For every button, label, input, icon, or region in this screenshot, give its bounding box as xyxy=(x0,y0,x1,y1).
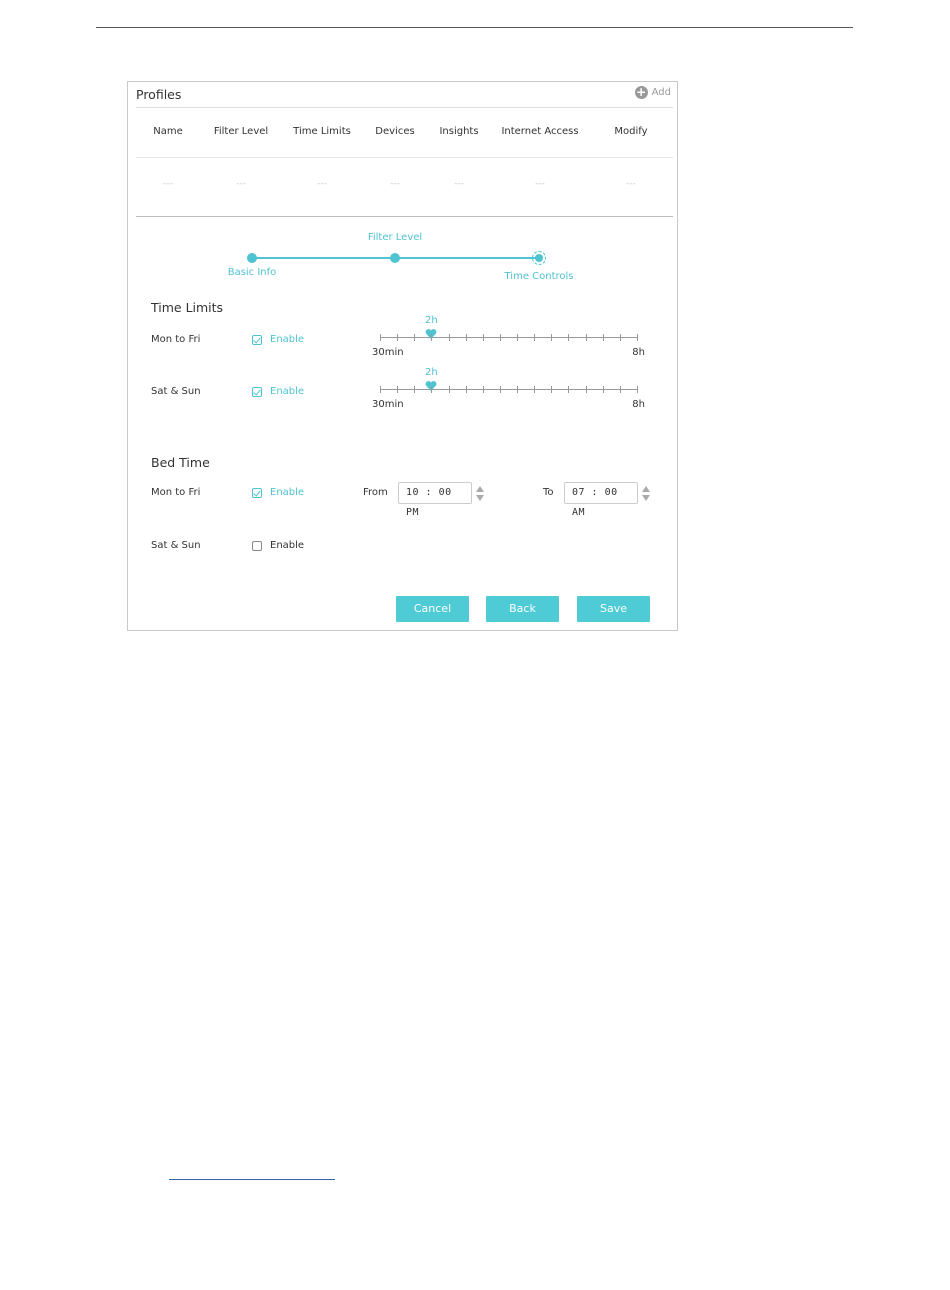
title-divider xyxy=(136,107,673,108)
slider-tick xyxy=(637,386,638,393)
slider-tick xyxy=(482,334,484,341)
add-label: Add xyxy=(651,87,671,98)
slider-track xyxy=(380,389,637,390)
time-limits-weekday-slider[interactable]: 2h 30min 8h xyxy=(372,315,645,365)
slider-tick xyxy=(380,386,381,393)
step-dot-basic-info[interactable] xyxy=(247,253,257,263)
bed-time-title: Bed Time xyxy=(151,455,210,470)
column-header-time-limits: Time Limits xyxy=(293,126,351,137)
slider-tick xyxy=(465,386,467,393)
save-button[interactable]: Save xyxy=(577,596,650,622)
time-limits-weekday-checkbox[interactable] xyxy=(252,335,262,345)
slider-tick xyxy=(380,334,381,341)
table-cell: --- xyxy=(535,179,545,189)
bed-time-weekday-checkbox[interactable] xyxy=(252,488,262,498)
step-dot-time-controls[interactable] xyxy=(532,251,546,265)
step-label-time-controls: Time Controls xyxy=(504,271,574,282)
bed-time-weekday-label: Mon to Fri xyxy=(151,487,201,498)
slider-tick xyxy=(397,334,399,341)
table-cell: --- xyxy=(163,179,173,189)
step-label-filter-level: Filter Level xyxy=(367,232,423,243)
slider-tick xyxy=(465,334,467,341)
column-header-name: Name xyxy=(153,126,183,137)
to-time-spinner[interactable] xyxy=(642,486,651,502)
slider-tick xyxy=(499,386,501,393)
slider-tick xyxy=(448,386,450,393)
slider-tick xyxy=(397,386,399,393)
time-limits-weekend-slider[interactable]: 2h 30min 8h xyxy=(372,367,645,417)
time-limits-weekday-label: Mon to Fri xyxy=(151,334,201,345)
slider-tick xyxy=(414,334,416,341)
time-limits-weekday-enable-label: Enable xyxy=(270,334,305,345)
slider-tick xyxy=(482,386,484,393)
slider-tick xyxy=(551,334,553,341)
back-button[interactable]: Back xyxy=(486,596,559,622)
column-header-filter-level: Filter Level xyxy=(213,126,269,137)
column-header-insights: Insights xyxy=(439,126,479,137)
slider-max-label: 8h xyxy=(632,347,645,358)
spin-up-icon[interactable] xyxy=(642,486,650,492)
time-limits-title: Time Limits xyxy=(151,300,224,315)
step-dot-filter-level[interactable] xyxy=(390,253,400,263)
slider-tick xyxy=(534,334,536,341)
table-cell: --- xyxy=(317,179,327,189)
bed-time-weekday-enable-label: Enable xyxy=(270,487,305,498)
slider-tick xyxy=(602,334,604,341)
slider-tick xyxy=(568,386,570,393)
table-divider xyxy=(136,216,673,217)
bed-time-weekend-enable-label: Enable xyxy=(270,540,305,551)
plus-circle-icon: + xyxy=(634,85,648,99)
page-header-rule xyxy=(96,27,853,28)
bed-time-weekend-checkbox[interactable] xyxy=(252,541,262,551)
from-label: From xyxy=(363,487,388,498)
slider-tick xyxy=(517,386,519,393)
slider-value: 2h xyxy=(425,367,438,378)
slider-track xyxy=(380,337,637,338)
slider-tick xyxy=(602,386,604,393)
slider-tick xyxy=(499,334,501,341)
cancel-button[interactable]: Cancel xyxy=(396,596,469,622)
slider-tick xyxy=(585,386,587,393)
time-limits-weekend-label: Sat & Sun xyxy=(151,386,201,397)
slider-tick xyxy=(517,334,519,341)
table-cell: --- xyxy=(626,179,636,189)
header-divider xyxy=(136,157,673,158)
link-underline[interactable] xyxy=(169,1179,335,1180)
column-header-devices: Devices xyxy=(375,126,415,137)
from-time-input[interactable]: 10 : 00 PM xyxy=(398,482,472,518)
from-time-spinner[interactable] xyxy=(476,486,485,502)
slider-tick xyxy=(551,386,553,393)
spin-down-icon[interactable] xyxy=(642,495,650,501)
slider-tick xyxy=(534,386,536,393)
time-limits-weekend-enable-label: Enable xyxy=(270,386,305,397)
slider-min-label: 30min xyxy=(372,399,404,410)
profiles-panel: Profiles + Add Name Filter Level Time Li… xyxy=(127,81,678,631)
step-label-basic-info: Basic Info xyxy=(227,267,277,278)
slider-tick xyxy=(431,334,433,341)
spin-down-icon[interactable] xyxy=(476,495,484,501)
slider-tick xyxy=(585,334,587,341)
slider-tick xyxy=(448,334,450,341)
to-time-input[interactable]: 07 : 00 AM xyxy=(564,482,638,518)
panel-title: Profiles xyxy=(136,87,182,102)
slider-tick xyxy=(619,334,621,341)
slider-min-label: 30min xyxy=(372,347,404,358)
column-header-internet-access: Internet Access xyxy=(501,126,579,137)
time-limits-weekend-checkbox[interactable] xyxy=(252,387,262,397)
to-label: To xyxy=(543,487,554,498)
slider-tick xyxy=(431,386,433,393)
table-cell: --- xyxy=(236,179,246,189)
slider-tick xyxy=(619,386,621,393)
slider-tick xyxy=(568,334,570,341)
bed-time-weekend-label: Sat & Sun xyxy=(151,540,201,551)
table-cell: --- xyxy=(390,179,400,189)
column-header-modify: Modify xyxy=(614,126,648,137)
slider-tick xyxy=(637,334,638,341)
table-cell: --- xyxy=(454,179,464,189)
add-profile-button[interactable]: + Add xyxy=(634,85,671,99)
slider-value: 2h xyxy=(425,315,438,326)
slider-max-label: 8h xyxy=(632,399,645,410)
slider-tick xyxy=(414,386,416,393)
spin-up-icon[interactable] xyxy=(476,486,484,492)
